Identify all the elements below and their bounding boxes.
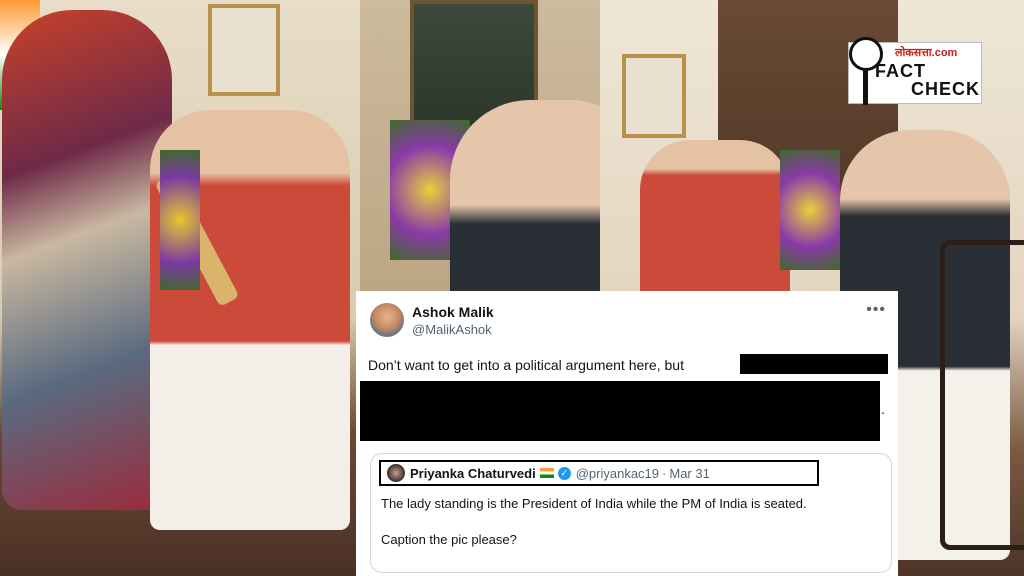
- quoted-author-handle[interactable]: @priyankac19: [576, 466, 659, 481]
- quoted-tweet-text-line1: The lady standing is the President of In…: [381, 496, 807, 511]
- seated-elder: [640, 140, 790, 300]
- photo-award-ceremony-left: [0, 0, 360, 576]
- quoted-tweet[interactable]: Priyanka Chaturvedi ✓ @priyankac19 · Mar…: [370, 453, 892, 573]
- separator: ·: [662, 465, 667, 481]
- wall-frame: [622, 54, 686, 138]
- more-icon[interactable]: •••: [866, 301, 886, 319]
- quoted-tweet-text-line2: Caption the pic please?: [381, 532, 517, 547]
- redaction-bar: [360, 381, 880, 441]
- flower-arrangement: [160, 150, 200, 290]
- author-display-name[interactable]: Ashok Malik: [412, 304, 494, 320]
- magnifier-handle: [863, 69, 868, 105]
- tweet-header: Ashok Malik @MalikAshok: [370, 303, 494, 337]
- quoted-tweet-date[interactable]: Mar 31: [669, 466, 709, 481]
- flag-icon: [539, 468, 554, 478]
- badge-site-name: लोकसत्ता.com: [895, 47, 958, 59]
- tweet-text-end: .: [881, 401, 885, 417]
- tweet-text: Don’t want to get into a political argum…: [368, 357, 684, 373]
- avatar[interactable]: [387, 464, 405, 482]
- tweet-card[interactable]: Ashok Malik @MalikAshok ••• Don’t want t…: [356, 291, 898, 576]
- verified-icon: ✓: [557, 466, 571, 480]
- author-handle[interactable]: @MalikAshok: [412, 322, 494, 337]
- wall-frame: [208, 4, 280, 96]
- badge-check-label: CHECK: [911, 79, 981, 99]
- redaction-bar: [740, 354, 888, 374]
- quoted-author-name[interactable]: Priyanka Chaturvedi: [410, 466, 536, 481]
- chair: [940, 240, 1024, 550]
- avatar[interactable]: [370, 303, 404, 337]
- standing-woman: [2, 10, 172, 510]
- tweet-author: Ashok Malik @MalikAshok: [412, 304, 494, 337]
- quoted-tweet-header: Priyanka Chaturvedi ✓ @priyankac19 · Mar…: [379, 460, 819, 486]
- flower-arrangement: [780, 150, 840, 270]
- fact-check-badge: लोकसत्ता.com FACT CHECK: [848, 37, 982, 105]
